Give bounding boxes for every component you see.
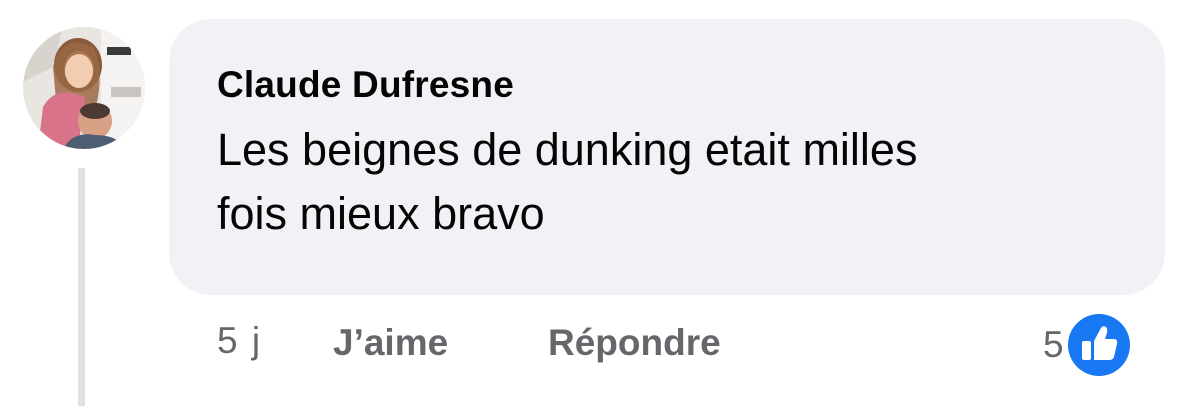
- comment-text: Les beignes de dunking etait milles fois…: [217, 124, 918, 239]
- profile-photo-avatar: [23, 27, 145, 149]
- comment-bubble: Claude Dufresne Les beignes de dunking e…: [169, 19, 1165, 295]
- reply-button[interactable]: Répondre: [548, 322, 721, 364]
- thread-line: [78, 168, 85, 406]
- reaction-summary[interactable]: 5: [1043, 314, 1130, 376]
- comment-timestamp[interactable]: 5 j: [217, 320, 262, 362]
- avatar[interactable]: [23, 27, 145, 149]
- reaction-count: 5: [1043, 324, 1064, 365]
- comment-actions: 5 j J’aime Répondre 5: [0, 314, 1200, 376]
- like-button[interactable]: J’aime: [333, 322, 448, 364]
- like-thumb-icon: [1067, 314, 1130, 376]
- comment-author[interactable]: Claude Dufresne: [217, 63, 514, 107]
